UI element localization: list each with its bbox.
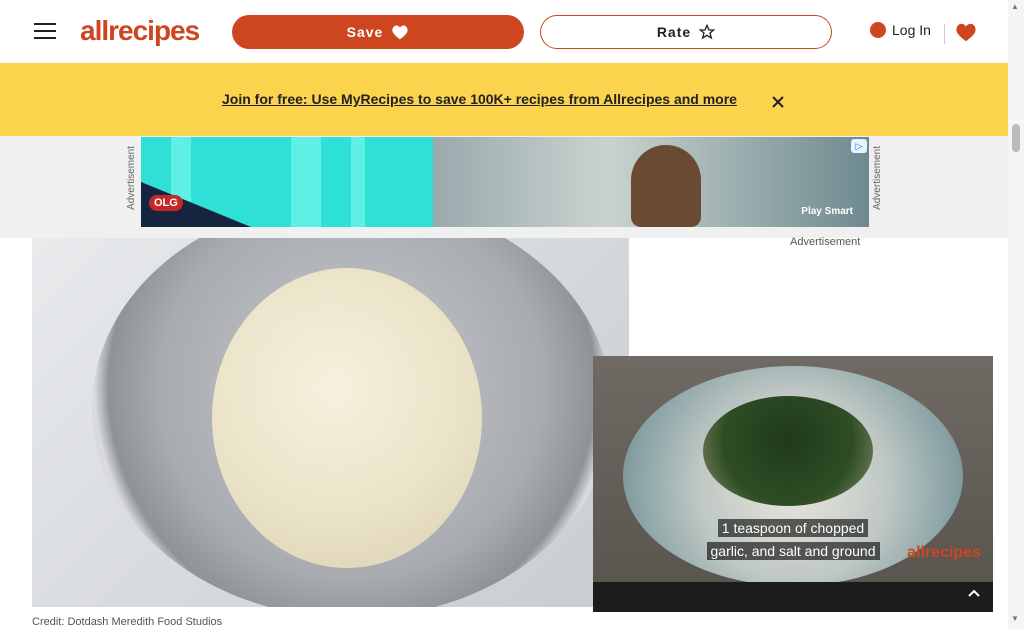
site-logo[interactable]: allrecipes <box>80 15 200 47</box>
user-icon <box>870 22 886 38</box>
rate-button[interactable]: Rate <box>540 15 832 49</box>
logo-text: allrecipes <box>80 15 200 46</box>
saved-heart-icon[interactable] <box>955 21 977 43</box>
ad-banner[interactable]: OLG Play Smart ▷ <box>141 137 869 227</box>
herbs-image <box>703 396 873 506</box>
join-banner-link[interactable]: Join for free: Use MyRecipes to save 100… <box>222 91 737 107</box>
scrollbar-thumb[interactable] <box>1012 124 1020 152</box>
login-label: Log In <box>892 22 931 38</box>
login-link[interactable]: Log In <box>870 22 931 38</box>
recipe-hero-image[interactable] <box>32 238 629 607</box>
video-caption: 1 teaspoon of chopped <box>593 519 993 537</box>
menu-icon[interactable] <box>34 18 56 42</box>
image-credit: Credit: Dotdash Meredith Food Studios <box>32 616 223 628</box>
video-logo: allrecipes <box>907 544 981 561</box>
ad-caption: Advertisement <box>790 236 861 248</box>
video-caption-line-2: garlic, and salt and ground <box>706 542 880 560</box>
video-player[interactable]: 1 teaspoon of chopped garlic, and salt a… <box>593 356 993 612</box>
ad-stripe <box>351 137 365 227</box>
scrollbar[interactable] <box>1008 0 1024 629</box>
rate-label: Rate <box>656 24 692 40</box>
adchoices-icon[interactable]: ▷ <box>851 139 867 153</box>
ad-side-label-right: Advertisement <box>872 146 883 210</box>
video-control-bar[interactable] <box>593 582 993 612</box>
scroll-up-icon[interactable]: ▲ <box>1011 2 1019 11</box>
ad-stripe <box>291 137 321 227</box>
heart-icon <box>392 25 408 40</box>
scroll-down-icon[interactable]: ▼ <box>1011 614 1019 623</box>
ad-brand-logo: OLG <box>149 195 183 211</box>
star-icon <box>699 24 716 40</box>
save-label: Save <box>346 24 384 40</box>
top-bar: allrecipes Save Rate Log In <box>0 0 1008 63</box>
banner-close-icon[interactable] <box>772 96 784 108</box>
ad-tagline: Play Smart <box>801 206 853 217</box>
video-caption-line-1: 1 teaspoon of chopped <box>717 519 869 537</box>
ad-side-label-left: Advertisement <box>126 146 137 210</box>
video-collapse-icon[interactable] <box>966 586 982 602</box>
save-button[interactable]: Save <box>232 15 524 49</box>
rice-image <box>212 268 482 568</box>
join-banner: Join for free: Use MyRecipes to save 100… <box>0 63 1008 136</box>
divider <box>944 24 945 44</box>
ad-person-image <box>631 145 701 227</box>
ad-container: Advertisement OLG Play Smart ▷ Advertise… <box>0 136 1008 238</box>
